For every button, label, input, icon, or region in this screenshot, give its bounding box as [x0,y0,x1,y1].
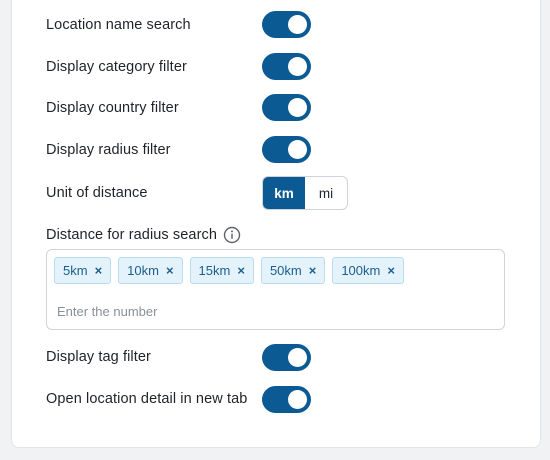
radius-distances-row: Distance for radius search [46,225,241,245]
tag-label: 5km [63,263,88,278]
distance-tag: 100km × [332,257,404,284]
unit-of-distance-selector: km mi [262,176,348,210]
remove-tag-icon[interactable]: × [95,264,103,277]
toggle-knob [288,390,307,409]
country-filter-label: Display country filter [46,100,179,116]
country-filter-toggle[interactable] [262,94,311,121]
toggle-knob [288,348,307,367]
tag-label: 15km [198,263,231,278]
unit-option-mi[interactable]: mi [305,177,347,209]
tag-filter-toggle[interactable] [262,344,311,371]
toggle-knob [288,140,307,159]
info-icon[interactable] [223,226,241,244]
unit-option-km[interactable]: km [263,177,305,209]
toggle-knob [288,15,307,34]
tag-label: 10km [127,263,159,278]
radius-filter-label: Display radius filter [46,142,171,158]
location-name-search-toggle[interactable] [262,11,311,38]
open-new-tab-row: Open location detail in new tab [46,390,247,408]
remove-tag-icon[interactable]: × [387,264,395,277]
tag-list: 5km × 10km × 15km × 50km × 100km × [54,257,404,284]
tag-label: 100km [341,263,381,278]
radius-filter-toggle[interactable] [262,136,311,163]
radius-distances-label: Distance for radius search [46,227,218,243]
tag-filter-label: Display tag filter [46,349,151,365]
distance-number-input[interactable] [57,302,357,320]
tag-label: 50km [269,263,302,278]
country-filter-row: Display country filter [46,99,179,117]
remove-tag-icon[interactable]: × [237,264,245,277]
tag-filter-row: Display tag filter [46,348,151,366]
unit-of-distance-row: Unit of distance [46,184,148,202]
distance-tag: 15km × [189,257,254,284]
open-new-tab-label: Open location detail in new tab [46,391,248,407]
open-new-tab-toggle[interactable] [262,386,311,413]
category-filter-label: Display category filter [46,59,187,75]
location-name-search-row: Location name search [46,16,191,34]
radius-distances-tag-input[interactable]: 5km × 10km × 15km × 50km × 100km × [46,249,505,330]
distance-tag: 10km × [118,257,183,284]
location-name-search-label: Location name search [46,17,191,33]
unit-of-distance-label: Unit of distance [46,185,148,201]
category-filter-row: Display category filter [46,58,187,76]
radius-filter-row: Display radius filter [46,141,171,159]
toggle-knob [288,98,307,117]
category-filter-toggle[interactable] [262,53,311,80]
distance-tag: 5km × [54,257,112,284]
toggle-knob [288,57,307,76]
distance-tag: 50km × [260,257,326,284]
remove-tag-icon[interactable]: × [309,264,317,277]
remove-tag-icon[interactable]: × [166,264,174,277]
